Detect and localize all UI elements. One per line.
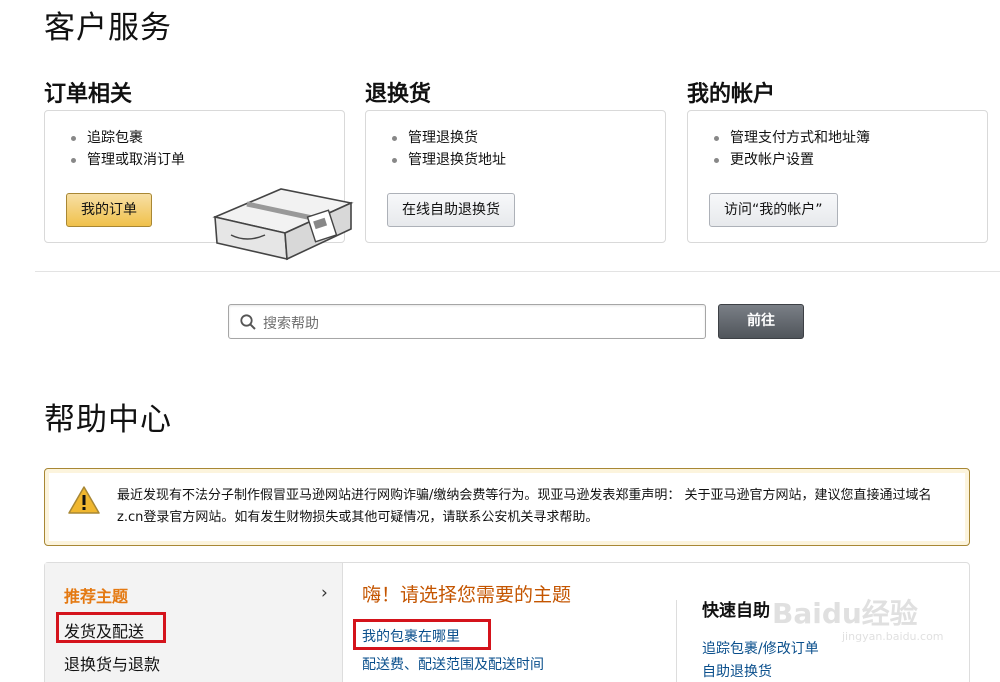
search-placeholder: 搜索帮助 (263, 316, 319, 332)
search-go-button[interactable]: 前往 (718, 304, 804, 339)
baidu-watermark: Baidu经验 jingyan.baidu.com (772, 578, 982, 648)
manage-payment-link[interactable]: 管理支付方式和地址簿 (712, 127, 870, 149)
account-link-list: 管理支付方式和地址簿 更改帐户设置 (712, 127, 870, 171)
returns-card: 管理退换货 管理退换货地址 在线自助退换货 (365, 110, 666, 243)
account-card: 管理支付方式和地址簿 更改帐户设置 访问“我的帐户” (687, 110, 988, 243)
my-orders-button[interactable]: 我的订单 (66, 193, 152, 227)
section-divider (35, 271, 1000, 272)
manage-returns-link[interactable]: 管理退换货 (390, 127, 506, 149)
manage-return-address-link[interactable]: 管理退换货地址 (390, 149, 506, 171)
search-icon (240, 314, 256, 330)
choose-topic-heading: 嗨！请选择您需要的主题 (362, 584, 572, 606)
search-help-input[interactable]: 搜索帮助 (228, 304, 706, 339)
recommended-topics-title: 推荐主题 (64, 587, 129, 606)
online-returns-button[interactable]: 在线自助退换货 (387, 193, 515, 227)
account-settings-link[interactable]: 更改帐户设置 (712, 149, 870, 171)
watermark-url: jingyan.baidu.com (842, 630, 944, 643)
watermark-text: Baidu经验 (772, 597, 918, 630)
help-center-title: 帮助中心 (44, 402, 172, 438)
returns-link-list: 管理退换货 管理退换货地址 (390, 127, 506, 171)
manage-orders-link[interactable]: 管理或取消订单 (69, 149, 185, 171)
account-section-title: 我的帐户 (687, 82, 776, 107)
page-title: 客户服务 (44, 10, 172, 46)
shipping-fees-link[interactable]: 配送费、配送范围及配送时间 (362, 654, 544, 674)
orders-card: 追踪包裹 管理或取消订单 我的订单 (44, 110, 354, 261)
track-package-link[interactable]: 追踪包裹 (69, 127, 185, 149)
highlight-box-shipping (56, 612, 166, 643)
quick-help-title: 快速自助 (702, 601, 770, 621)
self-return-link[interactable]: 自助退换货 (702, 661, 772, 681)
highlight-box-package (353, 619, 491, 650)
fraud-warning-alert: 最近发现有不法分子制作假冒亚马逊网站进行网购诈骗/缴纳会费等行为。现亚马逊发表郑… (44, 468, 970, 546)
warning-icon (68, 486, 100, 514)
package-box-illustration (212, 188, 354, 261)
orders-section-title: 订单相关 (44, 82, 133, 107)
chevron-right-icon[interactable]: › (321, 583, 328, 603)
returns-section-title: 退换货 (365, 82, 432, 107)
warning-message: 最近发现有不法分子制作假冒亚马逊网站进行网购诈骗/缴纳会费等行为。现亚马逊发表郑… (117, 488, 932, 525)
visit-account-button[interactable]: 访问“我的帐户” (709, 193, 838, 227)
topic-returns-refunds[interactable]: 退换货与退款 (64, 651, 160, 675)
orders-link-list: 追踪包裹 管理或取消订单 (69, 127, 185, 171)
column-divider (676, 600, 677, 682)
